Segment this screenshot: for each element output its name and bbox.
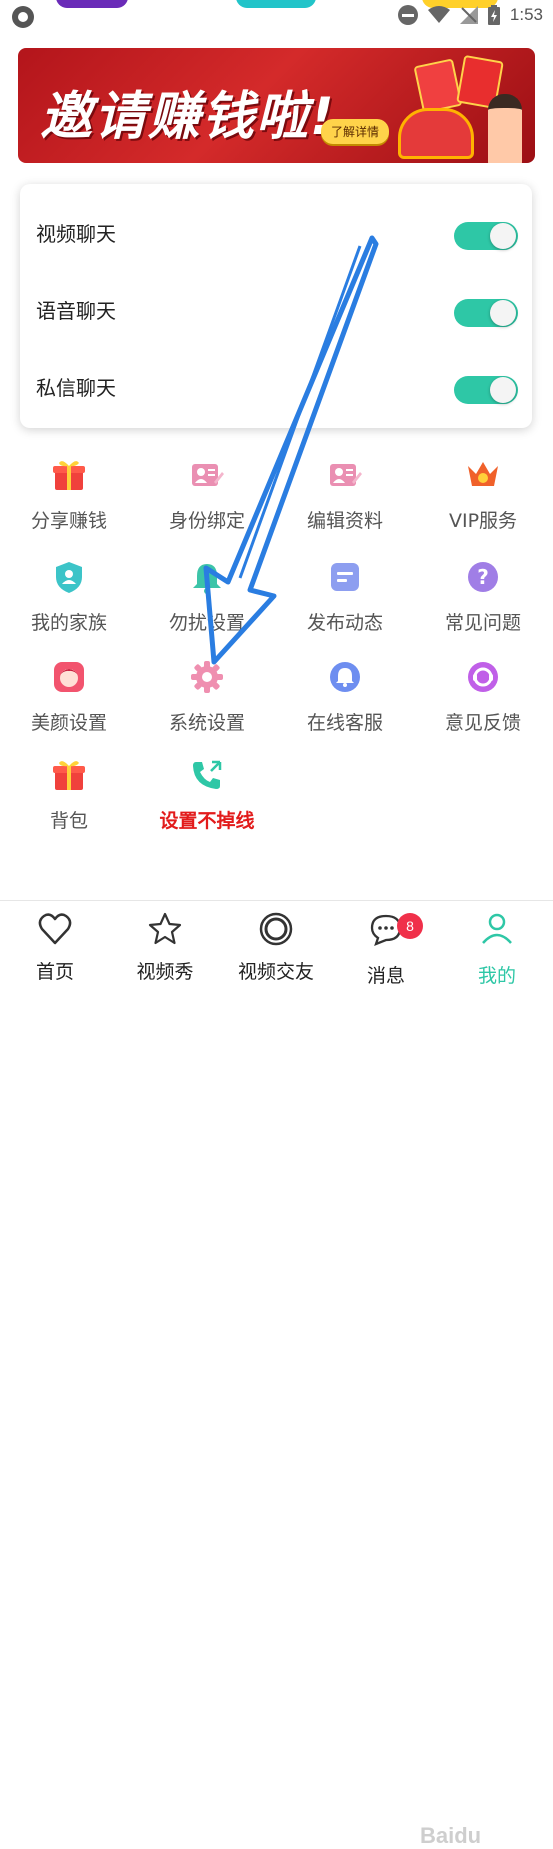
toggle-label: 私信聊天 — [36, 376, 116, 400]
gear-icon — [190, 660, 224, 694]
grid-item-label: 分享赚钱 — [30, 510, 107, 532]
phone-call-icon — [190, 758, 224, 792]
voice-chat-switch[interactable] — [454, 299, 518, 327]
grid-item-feedback[interactable]: 意见反馈 — [414, 660, 552, 750]
star-icon — [148, 912, 182, 945]
toggle-row-voice-chat: 语音聊天 — [20, 269, 532, 345]
battery-icon — [487, 5, 500, 25]
tab-messages[interactable]: 8 消息 — [331, 901, 441, 987]
grid-item-share-earn[interactable]: 分享赚钱 — [0, 458, 138, 548]
grid-item-label: 勿扰设置 — [168, 612, 245, 634]
grid-item-my-family[interactable]: 我的家族 — [0, 560, 138, 650]
grid-item-label: 我的家族 — [30, 612, 107, 634]
grid-item-online-service[interactable]: 在线客服 — [276, 660, 414, 750]
grid-item-backpack[interactable]: 背包 — [0, 758, 138, 848]
tab-label: 消息 — [366, 965, 405, 987]
beauty-face-icon — [52, 660, 86, 694]
service-bell-icon — [328, 660, 362, 694]
grid-item-post-update[interactable]: 发布动态 — [276, 560, 414, 650]
shield-user-icon — [52, 560, 86, 594]
tab-label: 视频交友 — [237, 961, 314, 983]
status-indicators: 1:53 — [397, 5, 543, 25]
tab-me[interactable]: 我的 — [442, 901, 552, 987]
edit-profile-icon — [328, 458, 362, 492]
grid-item-stay-online[interactable]: 设置不掉线 — [138, 758, 276, 848]
grid-item-label: 编辑资料 — [306, 510, 383, 532]
unread-badge: 8 — [397, 913, 423, 939]
grid-item-label: 美颜设置 — [30, 712, 107, 734]
wifi-icon — [427, 6, 450, 23]
tab-video-show[interactable]: 视频秀 — [110, 901, 220, 984]
toggle-label: 视频聊天 — [36, 222, 116, 246]
backpack-gift-icon — [52, 758, 86, 792]
grid-item-edit-profile[interactable]: 编辑资料 — [276, 458, 414, 548]
bell-icon — [190, 560, 224, 594]
video-chat-switch[interactable] — [454, 222, 518, 250]
grid-item-beauty-settings[interactable]: 美颜设置 — [0, 660, 138, 750]
chat-toggles-card: 视频聊天 语音聊天 私信聊天 — [20, 184, 532, 428]
tab-home[interactable]: 首页 — [0, 901, 110, 984]
tab-video-dating[interactable]: 视频交友 — [221, 901, 331, 984]
ring-icon — [259, 912, 293, 946]
grid-item-label: 系统设置 — [168, 712, 245, 734]
grid-item-identity-binding[interactable]: 身份绑定 — [138, 458, 276, 548]
grid-item-system-settings[interactable]: 系统设置 — [138, 660, 276, 750]
person-icon — [482, 913, 512, 944]
feedback-icon — [466, 660, 500, 694]
child-illustration — [488, 94, 522, 163]
app-status-icon — [12, 6, 34, 28]
toggle-row-private-chat: 私信聊天 — [20, 346, 532, 422]
invite-banner[interactable]: 邀请赚钱啦! 了解详情 — [18, 48, 535, 163]
red-envelope-icon — [413, 58, 463, 114]
grid-item-do-not-disturb[interactable]: 勿扰设置 — [138, 560, 276, 650]
crown-icon — [466, 458, 500, 492]
svg-text:?: ? — [477, 565, 489, 589]
question-icon: ? — [466, 560, 500, 594]
watermark: Baidu — [420, 1823, 482, 1848]
grid-item-label: 身份绑定 — [168, 510, 245, 532]
tab-label: 视频秀 — [136, 961, 194, 983]
tab-label: 我的 — [477, 965, 516, 987]
post-icon — [328, 560, 362, 594]
grid-item-label: 设置不掉线 — [159, 810, 255, 832]
grid-item-label: 在线客服 — [306, 712, 383, 734]
grid-item-label: 发布动态 — [306, 612, 383, 634]
bottom-tab-bar: 首页 视频秀 视频交友 8 消息 我的 Baidu — [0, 900, 553, 1848]
grid-item-label: VIP服务 — [448, 510, 518, 532]
do-not-disturb-icon — [397, 5, 418, 25]
tab-label: 首页 — [35, 961, 74, 983]
heart-icon — [38, 913, 72, 945]
grid-item-label: 常见问题 — [444, 612, 521, 634]
clock: 1:53 — [509, 5, 543, 24]
status-bar: 1:53 — [0, 0, 553, 32]
grid-item-label: 意见反馈 — [444, 712, 521, 734]
notification-pill — [56, 0, 128, 8]
id-card-icon — [190, 458, 224, 492]
private-chat-switch[interactable] — [454, 376, 518, 404]
grid-item-vip-service[interactable]: VIP服务 — [414, 458, 552, 548]
gift-bag-icon — [398, 108, 474, 159]
grid-item-faq[interactable]: ? 常见问题 — [414, 560, 552, 650]
grid-item-label: 背包 — [49, 810, 88, 832]
banner-title: 邀请赚钱啦! — [40, 87, 336, 147]
toggle-label: 语音聊天 — [36, 299, 116, 323]
signal-icon — [459, 6, 478, 24]
notification-pill — [236, 0, 316, 8]
toggle-row-video-chat: 视频聊天 — [20, 192, 532, 268]
banner-detail-button[interactable]: 了解详情 — [321, 119, 390, 144]
gift-icon — [52, 458, 86, 492]
